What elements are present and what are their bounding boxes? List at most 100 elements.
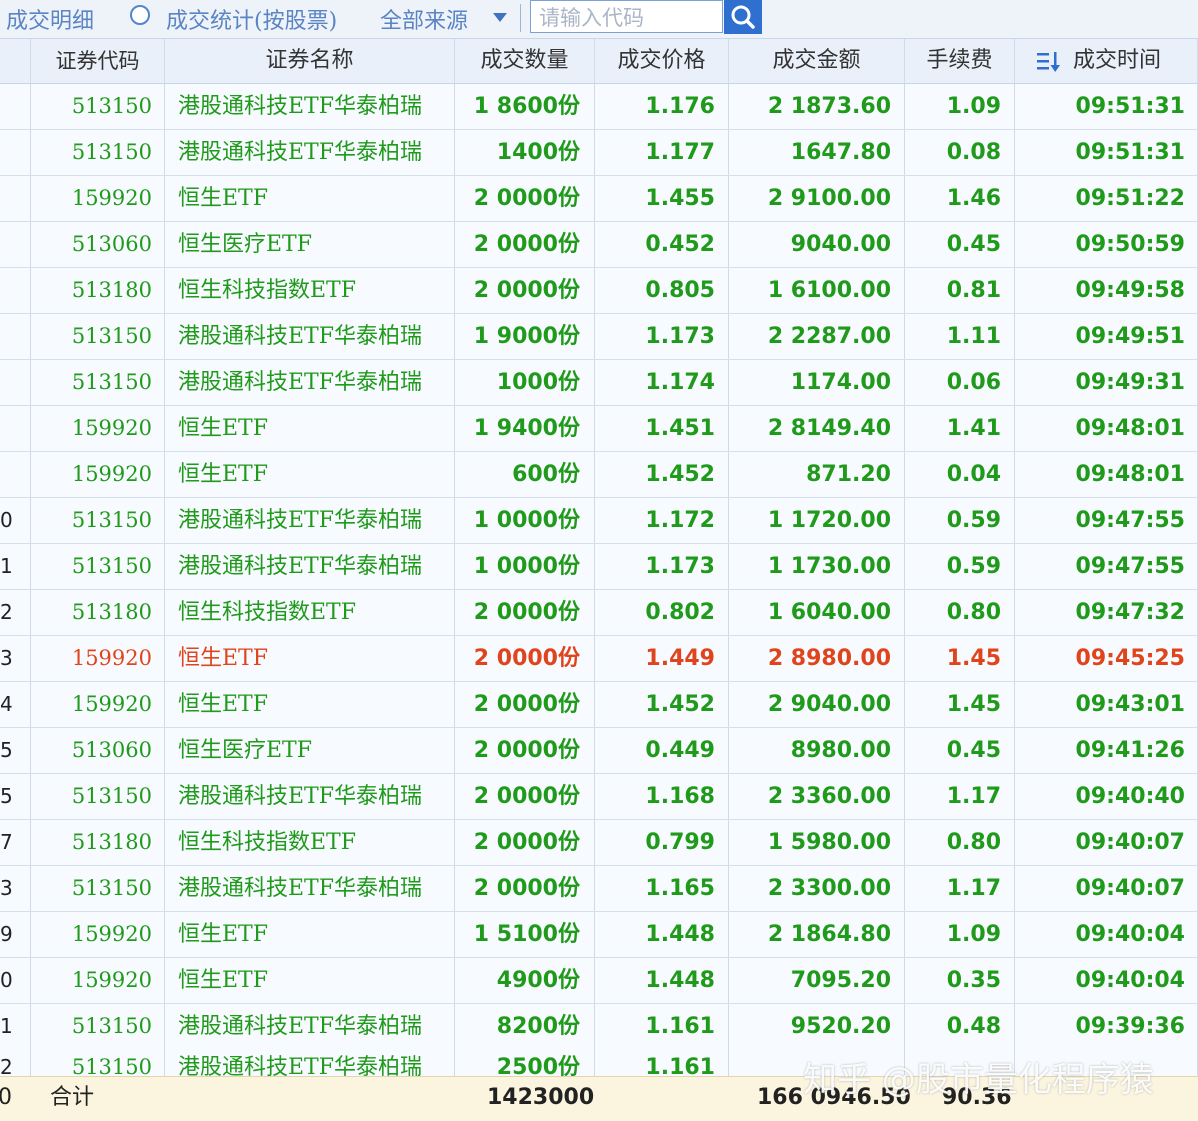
trade-fee: 0.45 [905, 728, 1015, 773]
table-row[interactable]: 1 513150 港股通科技ETF华泰柏瑞 8200份 1.161 9520.20 0.48… [0, 1004, 1198, 1050]
trade-time: 09:45:25 [1015, 636, 1198, 681]
trade-qty: 2 0000份 [455, 820, 595, 865]
security-code: 159920 [31, 636, 165, 681]
trade-qty: 1 9000份 [455, 314, 595, 359]
source-select[interactable]: 全部来源 [380, 3, 468, 35]
table-row[interactable]: 513150 港股通科技ETF华泰柏瑞 1 8600份 1.176 2 1873.60 1… [0, 84, 1198, 130]
header-qty[interactable]: 成交数量 [455, 39, 595, 83]
trade-qty: 1 0000份 [455, 544, 595, 589]
header-name[interactable]: 证券名称 [165, 39, 455, 83]
header-price[interactable]: 成交价格 [595, 39, 729, 83]
trade-amount: 1174.00 [729, 360, 905, 405]
trade-qty: 1400份 [455, 130, 595, 175]
security-code: 513150 [31, 84, 165, 129]
security-name: 恒生ETF [165, 176, 455, 221]
chevron-down-icon[interactable] [493, 13, 507, 22]
security-code: 513150 [31, 314, 165, 359]
totals-qty: 1423000 [487, 1085, 595, 1110]
trade-fee: 0.08 [905, 130, 1015, 175]
trade-amount: 2 1873.60 [729, 84, 905, 129]
trade-time: 09:50:59 [1015, 222, 1198, 267]
search-icon [731, 5, 755, 29]
trade-qty: 2 0000份 [455, 268, 595, 313]
trade-amount: 1 5980.00 [729, 820, 905, 865]
stats-radio-button[interactable] [130, 5, 150, 25]
trade-price: 1.455 [595, 176, 729, 221]
row-index: 4 [0, 682, 31, 727]
table-row[interactable]: 159920 恒生ETF 1 9400份 1.451 2 8149.40 1.41 09:4… [0, 406, 1198, 452]
table-row[interactable]: 3 159920 恒生ETF 2 0000份 1.449 2 8980.00 1.45 09:… [0, 636, 1198, 682]
table-row[interactable]: 3 513150 港股通科技ETF华泰柏瑞 2 0000份 1.165 2 3300.00… [0, 866, 1198, 912]
trade-price: 1.173 [595, 314, 729, 359]
security-name: 恒生ETF [165, 636, 455, 681]
trade-price: 0.802 [595, 590, 729, 635]
table-row[interactable]: 513150 港股通科技ETF华泰柏瑞 1 9000份 1.173 2 2287.00 1… [0, 314, 1198, 360]
trade-fee: 1.09 [905, 84, 1015, 129]
trade-price: 1.451 [595, 406, 729, 451]
trade-qty: 1000份 [455, 360, 595, 405]
trade-amount: 871.20 [729, 452, 905, 497]
table-row[interactable]: 513150 港股通科技ETF华泰柏瑞 1000份 1.174 1174.00 0.06 0… [0, 360, 1198, 406]
trade-time: 09:40:04 [1015, 958, 1198, 1003]
trade-qty: 2 0000份 [455, 682, 595, 727]
tab-trade-detail[interactable]: 成交明细 [6, 3, 94, 35]
trade-price: 1.161 [595, 1004, 729, 1049]
table-row[interactable]: 0 513150 港股通科技ETF华泰柏瑞 1 0000份 1.172 1 1720.00… [0, 498, 1198, 544]
row-index [0, 452, 31, 497]
security-name: 港股通科技ETF华泰柏瑞 [165, 1045, 455, 1076]
trade-time: 09:51:31 [1015, 84, 1198, 129]
table-row[interactable]: 513150 港股通科技ETF华泰柏瑞 1400份 1.177 1647.80 0.08 0… [0, 130, 1198, 176]
table-row[interactable]: 159920 恒生ETF 2 0000份 1.455 2 9100.00 1.46 09:5… [0, 176, 1198, 222]
trade-fee: 1.45 [905, 636, 1015, 681]
table-row[interactable]: 1 513150 港股通科技ETF华泰柏瑞 1 0000份 1.173 1 1730.00… [0, 544, 1198, 590]
security-name: 港股通科技ETF华泰柏瑞 [165, 360, 455, 405]
trade-fee: 0.35 [905, 958, 1015, 1003]
trade-fee: 0.80 [905, 820, 1015, 865]
search-button[interactable] [724, 0, 762, 34]
security-code: 513180 [31, 268, 165, 313]
row-index: 0 [0, 958, 31, 1003]
search-input[interactable]: 请输入代码 [530, 0, 723, 33]
trade-amount: 9520.20 [729, 1004, 905, 1049]
row-index: 3 [0, 866, 31, 911]
table-row[interactable]: 5 513060 恒生医疗ETF 2 0000份 0.449 8980.00 0.45 09:… [0, 728, 1198, 774]
header-code[interactable]: 证券代码 [31, 39, 165, 83]
table-row[interactable]: 0 159920 恒生ETF 4900份 1.448 7095.20 0.35 09:40:0… [0, 958, 1198, 1004]
table-row[interactable]: 7 513180 恒生科技指数ETF 2 0000份 0.799 1 5980.00 0.8… [0, 820, 1198, 866]
trade-time: 09:40:07 [1015, 820, 1198, 865]
trade-amount: 2 3360.00 [729, 774, 905, 819]
header-time[interactable]: 成交时间 [1015, 39, 1198, 83]
table-row[interactable]: 4 159920 恒生ETF 2 0000份 1.452 2 9040.00 1.45 09:… [0, 682, 1198, 728]
row-index [0, 360, 31, 405]
trade-qty: 2 0000份 [455, 636, 595, 681]
trade-qty: 1 9400份 [455, 406, 595, 451]
trade-amount: 2 1864.80 [729, 912, 905, 957]
row-index: 1 [0, 1004, 31, 1049]
table-row[interactable]: 513060 恒生医疗ETF 2 0000份 0.452 9040.00 0.45 09:5… [0, 222, 1198, 268]
table-row[interactable]: 2 513180 恒生科技指数ETF 2 0000份 0.802 1 6040.00 0.8… [0, 590, 1198, 636]
watermark: 知乎 @股市量化程序猿 [803, 1060, 1154, 1100]
table-row[interactable]: 5 513150 港股通科技ETF华泰柏瑞 2 0000份 1.168 2 3360.00… [0, 774, 1198, 820]
security-code: 159920 [31, 958, 165, 1003]
security-name: 恒生ETF [165, 452, 455, 497]
trade-amount: 1 6040.00 [729, 590, 905, 635]
trade-time: 09:51:22 [1015, 176, 1198, 221]
trade-qty: 1 5100份 [455, 912, 595, 957]
trade-amount: 2 8980.00 [729, 636, 905, 681]
sort-descending-icon[interactable] [1037, 51, 1063, 73]
trade-price: 1.448 [595, 912, 729, 957]
tab-trade-stats[interactable]: 成交统计(按股票) [166, 3, 337, 35]
trade-price: 1.452 [595, 682, 729, 727]
trade-qty: 2500份 [455, 1045, 595, 1076]
trade-qty: 1 8600份 [455, 84, 595, 129]
trade-price: 1.449 [595, 636, 729, 681]
row-index [0, 222, 31, 267]
security-code: 159920 [31, 406, 165, 451]
trade-amount: 1647.80 [729, 130, 905, 175]
table-row[interactable]: 513180 恒生科技指数ETF 2 0000份 0.805 1 6100.00 0.81… [0, 268, 1198, 314]
table-row[interactable]: 159920 恒生ETF 600份 1.452 871.20 0.04 09:48:01 [0, 452, 1198, 498]
header-fee[interactable]: 手续费 [905, 39, 1015, 83]
row-index: 3 [0, 636, 31, 681]
table-row[interactable]: 9 159920 恒生ETF 1 5100份 1.448 2 1864.80 1.09 09:… [0, 912, 1198, 958]
header-amount[interactable]: 成交金额 [729, 39, 905, 83]
